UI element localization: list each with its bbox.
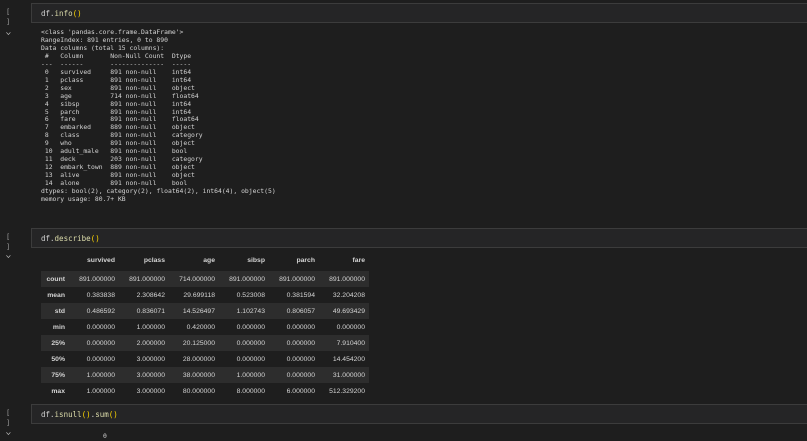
row-label: 50% bbox=[51, 355, 65, 363]
row-label: count bbox=[46, 275, 66, 283]
table-cell: 0.381594 bbox=[286, 291, 315, 299]
code-text: df.isnull().sum() bbox=[41, 410, 118, 419]
row-label: mean bbox=[47, 291, 65, 299]
chevron-down-icon[interactable]: ⌄ bbox=[5, 427, 11, 436]
table-cell: 20.125000 bbox=[182, 339, 215, 347]
table-cell: 0.486592 bbox=[86, 307, 115, 315]
column-header: sibsp bbox=[247, 256, 265, 264]
code-text: df.describe() bbox=[41, 234, 100, 243]
table-cell: 80.000000 bbox=[182, 387, 215, 395]
run-cell-button[interactable]: [ ] bbox=[6, 232, 18, 251]
describe-table: survived pclass age sibsp parch fare cou… bbox=[41, 249, 369, 399]
table-row: 50% 0.000000 3.000000 28.000000 0.000000… bbox=[41, 351, 369, 367]
table-cell: 1.000000 bbox=[86, 371, 115, 379]
table-cell: 0.000000 bbox=[86, 323, 115, 331]
table-cell: 0.000000 bbox=[86, 339, 115, 347]
column-header: fare bbox=[352, 256, 365, 264]
info-output: <class 'pandas.core.frame.DataFrame'> Ra… bbox=[41, 28, 276, 204]
column-header: parch bbox=[296, 256, 315, 264]
table-cell: 2.308642 bbox=[136, 291, 165, 299]
table-cell: 891.000000 bbox=[129, 275, 165, 283]
code-cell-input[interactable]: df.isnull().sum() bbox=[31, 404, 807, 424]
table-cell: 891.000000 bbox=[279, 275, 315, 283]
table-cell: 1.000000 bbox=[86, 387, 115, 395]
run-cell-button[interactable]: [ ] bbox=[6, 7, 18, 26]
table-cell: 14.526497 bbox=[182, 307, 215, 315]
table-cell: 28.000000 bbox=[182, 355, 215, 363]
table-cell: 31.000000 bbox=[332, 371, 365, 379]
table-cell: 32.204208 bbox=[332, 291, 365, 299]
table-row: 75% 1.000000 3.000000 38.000000 1.000000… bbox=[41, 367, 369, 383]
table-cell: 14.454200 bbox=[332, 355, 365, 363]
table-cell: 6.000000 bbox=[286, 387, 315, 395]
column-header: age bbox=[203, 256, 215, 264]
table-row: mean 0.383838 2.308642 29.699118 0.52300… bbox=[41, 287, 369, 303]
row-label: min bbox=[52, 323, 65, 331]
table-cell: 891.000000 bbox=[329, 275, 365, 283]
code-cell-input[interactable]: df.describe() bbox=[31, 228, 807, 248]
table-cell: 0.000000 bbox=[236, 339, 265, 347]
table-cell: 1.102743 bbox=[236, 307, 265, 315]
table-cell: 1.000000 bbox=[136, 323, 165, 331]
table-cell: 3.000000 bbox=[136, 355, 165, 363]
isnull-output-partial: 0 bbox=[103, 432, 107, 440]
table-cell: 714.000000 bbox=[179, 275, 215, 283]
table-cell: 3.000000 bbox=[136, 371, 165, 379]
table-row: 25% 0.000000 2.000000 20.125000 0.000000… bbox=[41, 335, 369, 351]
table-cell: 891.000000 bbox=[229, 275, 265, 283]
table-row: count 891.000000 891.000000 714.000000 8… bbox=[41, 271, 369, 287]
chevron-down-icon[interactable]: ⌄ bbox=[5, 250, 11, 259]
table-cell: 2.000000 bbox=[136, 339, 165, 347]
row-label: max bbox=[51, 387, 65, 395]
table-cell: 8.000000 bbox=[236, 387, 265, 395]
table-cell: 0.000000 bbox=[236, 355, 265, 363]
table-cell: 512.329200 bbox=[329, 387, 365, 395]
table-cell: 0.836071 bbox=[136, 307, 165, 315]
row-label: std bbox=[54, 307, 65, 315]
table-row: max 1.000000 3.000000 80.000000 8.000000… bbox=[41, 383, 369, 399]
row-label: 25% bbox=[51, 339, 65, 347]
table-cell: 0.420000 bbox=[186, 323, 215, 331]
table-cell: 0.000000 bbox=[286, 339, 315, 347]
column-header: survived bbox=[87, 256, 115, 264]
table-cell: 1.000000 bbox=[236, 371, 265, 379]
table-cell: 38.000000 bbox=[182, 371, 215, 379]
table-header-row: survived pclass age sibsp parch fare bbox=[41, 249, 369, 271]
table-cell: 0.523008 bbox=[236, 291, 265, 299]
table-cell: 0.000000 bbox=[236, 323, 265, 331]
table-row: std 0.486592 0.836071 14.526497 1.102743… bbox=[41, 303, 369, 319]
table-cell: 0.000000 bbox=[86, 355, 115, 363]
table-cell: 49.693429 bbox=[332, 307, 365, 315]
table-cell: 0.383838 bbox=[86, 291, 115, 299]
table-cell: 0.000000 bbox=[286, 355, 315, 363]
table-cell: 3.000000 bbox=[136, 387, 165, 395]
table-cell: 891.000000 bbox=[79, 275, 115, 283]
table-cell: 0.000000 bbox=[286, 371, 315, 379]
row-label: 75% bbox=[51, 371, 65, 379]
code-cell-input[interactable]: df.info() bbox=[31, 3, 807, 23]
index-header bbox=[41, 249, 69, 271]
table-cell: 29.699118 bbox=[183, 291, 215, 299]
run-cell-button[interactable]: [ ] bbox=[6, 408, 18, 427]
table-cell: 0.000000 bbox=[336, 323, 365, 331]
table-row: min 0.000000 1.000000 0.420000 0.000000 … bbox=[41, 319, 369, 335]
column-header: pclass bbox=[143, 256, 165, 264]
table-cell: 0.000000 bbox=[286, 323, 315, 331]
code-text: df.info() bbox=[41, 9, 82, 18]
table-cell: 7.910400 bbox=[336, 339, 365, 347]
table-cell: 0.806057 bbox=[286, 307, 315, 315]
chevron-down-icon[interactable]: ⌄ bbox=[5, 27, 11, 36]
